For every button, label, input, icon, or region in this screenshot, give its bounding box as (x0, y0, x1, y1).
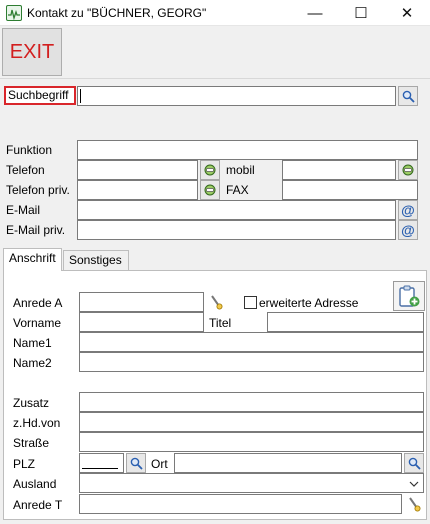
title-bar: Kontakt zu "BÜCHNER, GEORG" — ☐ ✕ (0, 0, 430, 26)
close-button[interactable]: ✕ (384, 0, 430, 26)
telefon-label: Telefon (6, 163, 45, 177)
email-priv-label: E-Mail priv. (6, 223, 66, 237)
email-priv-input[interactable] (77, 220, 396, 240)
email-label: E-Mail (6, 203, 41, 217)
strasse-input[interactable] (79, 432, 424, 452)
funktion-input[interactable] (77, 140, 418, 160)
phone-icon (402, 164, 414, 176)
tab-anschrift[interactable]: Anschrift (3, 248, 62, 271)
zusatz-input[interactable] (79, 392, 424, 412)
zhdvon-label: z.Hd.von (13, 416, 61, 430)
anrede-t-lookup-button[interactable] (404, 494, 424, 514)
anrede-a-label: Anrede A (13, 296, 63, 310)
pencil-lookup-icon (409, 497, 421, 512)
name1-input[interactable] (79, 332, 424, 352)
titel-label: Titel (209, 316, 232, 330)
vorname-input[interactable] (79, 312, 204, 332)
plz-search-button[interactable] (126, 453, 146, 473)
name1-label: Name1 (13, 336, 52, 350)
tab-sonstiges[interactable]: Sonstiges (63, 250, 129, 270)
erweiterte-adresse-label: erweiterte Adresse (259, 296, 359, 310)
magnifier-icon (408, 457, 421, 470)
search-button[interactable] (398, 86, 418, 106)
fax-label: FAX (226, 183, 249, 197)
clipboard-add-icon (399, 285, 420, 307)
titel-input[interactable] (267, 312, 424, 332)
telefon-input[interactable] (77, 160, 198, 180)
plz-input-mask (82, 468, 118, 469)
chevron-down-icon (409, 481, 419, 487)
at-icon: @ (401, 222, 415, 238)
search-input[interactable] (77, 86, 396, 106)
fax-input[interactable] (282, 180, 418, 200)
magnifier-icon (130, 457, 143, 470)
email-send-button[interactable]: @ (398, 200, 418, 220)
ort-label: Ort (151, 457, 168, 471)
close-icon: ✕ (400, 5, 414, 22)
ausland-label: Ausland (13, 477, 57, 491)
email-priv-send-button[interactable]: @ (398, 220, 418, 240)
maximize-button[interactable]: ☐ (338, 0, 384, 26)
ort-search-button[interactable] (404, 453, 424, 473)
telefon-priv-dial-button[interactable] (200, 180, 220, 200)
anrede-t-label: Anrede T (13, 498, 63, 512)
plz-label: PLZ (13, 457, 36, 471)
at-icon: @ (401, 202, 415, 218)
funktion-label: Funktion (6, 143, 53, 157)
vorname-label: Vorname (13, 316, 62, 330)
window-title: Kontakt zu "BÜCHNER, GEORG" (27, 6, 207, 20)
mobil-dial-button[interactable] (398, 160, 418, 180)
name2-label: Name2 (13, 356, 52, 370)
minimize-icon: — (307, 4, 323, 22)
mobil-label: mobil (226, 163, 255, 177)
ausland-select[interactable] (79, 473, 424, 493)
exit-button[interactable]: EXIT (2, 28, 62, 76)
erweiterte-adresse-checkbox[interactable] (244, 296, 257, 309)
clipboard-add-button[interactable] (393, 281, 425, 311)
app-icon (6, 5, 22, 21)
toolbar-divider (0, 78, 430, 79)
maximize-icon: ☐ (354, 5, 368, 22)
telefon-dial-button[interactable] (200, 160, 220, 180)
name2-input[interactable] (79, 352, 424, 372)
email-input[interactable] (77, 200, 396, 220)
telefon-priv-input[interactable] (77, 180, 198, 200)
minimize-button[interactable]: — (292, 0, 338, 26)
plz-input[interactable] (79, 453, 124, 473)
phone-icon (204, 164, 216, 176)
magnifier-icon (402, 90, 415, 103)
zusatz-label: Zusatz (13, 396, 50, 410)
strasse-label: Straße (13, 436, 50, 450)
telefon-priv-label: Telefon priv. (6, 183, 70, 197)
text-caret (80, 89, 81, 103)
search-label: Suchbegriff (4, 86, 76, 105)
pencil-lookup-icon (211, 295, 223, 310)
phone-icon (204, 184, 216, 196)
zhdvon-input[interactable] (79, 412, 424, 432)
ort-input[interactable] (174, 453, 402, 473)
mobil-input[interactable] (282, 160, 396, 180)
anrede-a-lookup-button[interactable] (206, 292, 226, 312)
anrede-a-input[interactable] (79, 292, 204, 312)
anrede-t-input[interactable] (79, 494, 402, 514)
